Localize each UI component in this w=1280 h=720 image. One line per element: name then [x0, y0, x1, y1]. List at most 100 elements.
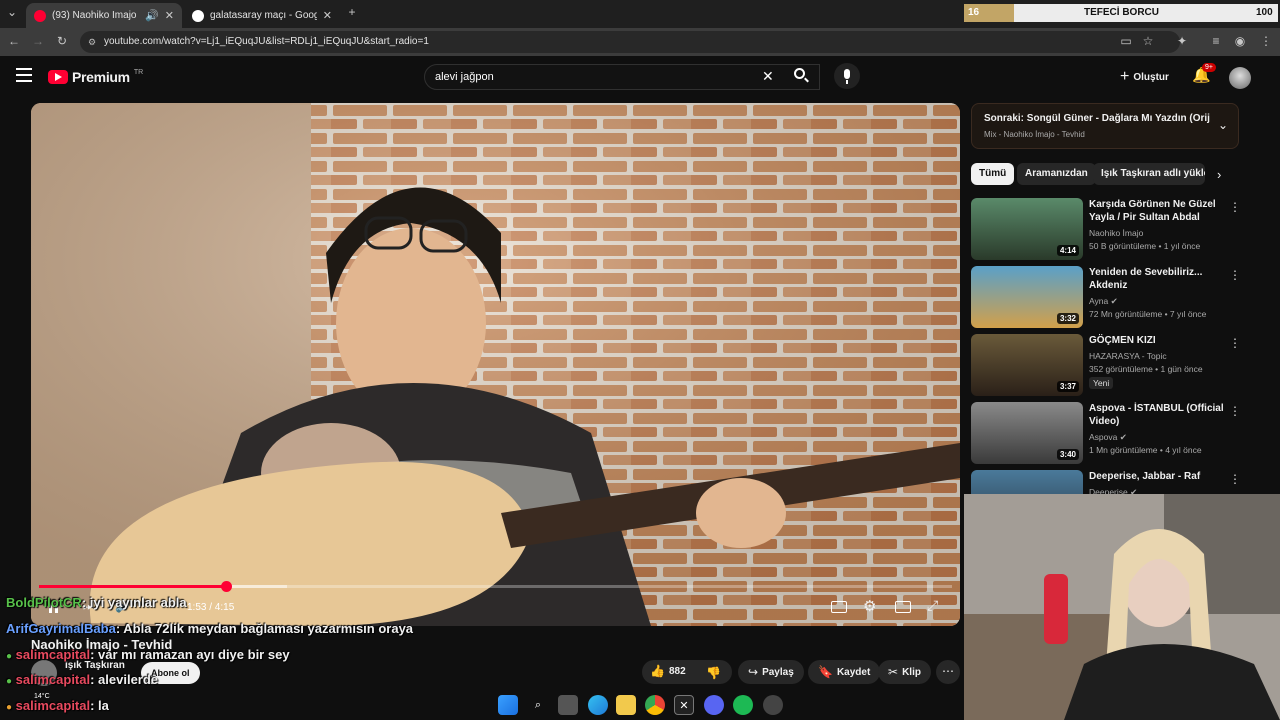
logo-text: Premium: [72, 69, 130, 85]
channel-name[interactable]: Aspova ✔: [1089, 432, 1127, 443]
channel-name[interactable]: Naohiko İmajo: [1089, 228, 1143, 238]
video-thumbnail[interactable]: 3:40: [971, 402, 1083, 464]
more-options-icon[interactable]: ⋮: [1229, 200, 1241, 214]
chat-username: ArifGayrimalBaba: [6, 621, 116, 636]
more-options-icon[interactable]: ⋮: [1229, 472, 1241, 486]
settings-gear-icon[interactable]: ⚙: [863, 597, 876, 615]
overlay-count-right: 100: [1256, 7, 1273, 18]
video-thumbnail[interactable]: 3:32: [971, 266, 1083, 328]
x-app-icon[interactable]: ✕: [674, 695, 694, 715]
task-view-icon[interactable]: [558, 695, 578, 715]
video-title[interactable]: GÖÇMEN KIZI: [1089, 334, 1227, 347]
save-button[interactable]: 🔖 Kaydet: [808, 660, 881, 684]
up-next-title: Sonraki: Songül Güner - Dağlara Mı Yazdı…: [984, 113, 1210, 124]
share-label: Paylaş: [762, 666, 794, 678]
plus-icon: +: [1120, 68, 1130, 85]
video-title[interactable]: Deeperise, Jabbar - Raf: [1089, 470, 1227, 483]
save-label: Kaydet: [836, 666, 871, 678]
up-next-panel[interactable]: Sonraki: Songül Güner - Dağlara Mı Yazdı…: [971, 103, 1239, 149]
verified-icon: ✔: [1119, 432, 1127, 442]
chip-uploader[interactable]: Işık Taşkıran adlı yükleyici: [1093, 163, 1205, 185]
mod-badge-icon: ●: [6, 702, 13, 713]
account-avatar[interactable]: [1229, 67, 1251, 89]
video-title[interactable]: Karşıda Görünen Ne Güzel Yayla / Pir Sul…: [1089, 198, 1227, 224]
bookmark-star-icon[interactable]: ☆: [1140, 34, 1156, 48]
expand-chevron-icon[interactable]: ⌄: [1218, 118, 1228, 132]
webcam-frame: [964, 494, 1280, 720]
notifications-button[interactable]: 🔔 9+: [1192, 63, 1216, 88]
speaker-icon[interactable]: 🔊: [145, 9, 159, 22]
video-thumbnail[interactable]: 3:37: [971, 334, 1083, 396]
clip-button[interactable]: ✂ Klip: [878, 660, 931, 684]
more-options-icon[interactable]: ⋮: [1229, 336, 1241, 350]
taskbar-search-icon[interactable]: ⌕: [528, 695, 548, 715]
video-thumbnail[interactable]: 4:14: [971, 198, 1083, 260]
media-control-icon[interactable]: ≡: [1208, 34, 1224, 48]
cast-icon[interactable]: ▭: [1118, 34, 1134, 48]
chrome-icon[interactable]: [645, 695, 665, 715]
close-tab-icon[interactable]: ✕: [323, 9, 332, 22]
obs-icon[interactable]: [763, 695, 783, 715]
chips-next-icon[interactable]: ›: [1217, 167, 1221, 182]
microphone-icon: [844, 69, 850, 79]
youtube-logo[interactable]: Premium TR: [48, 68, 143, 86]
create-button[interactable]: + Oluştur: [1120, 66, 1169, 88]
close-tab-icon[interactable]: ✕: [165, 9, 174, 22]
tab-list-icon[interactable]: ⌄: [4, 5, 20, 19]
more-options-icon[interactable]: ⋮: [1229, 404, 1241, 418]
video-frame: [31, 103, 960, 626]
tab-youtube[interactable]: (93) Naohiko İmajo - Tevhid 🔊 ✕: [26, 3, 182, 28]
reload-icon[interactable]: ↻: [54, 34, 70, 48]
weather-temp[interactable]: 14°C: [34, 693, 50, 700]
share-button[interactable]: ↪ Paylaş: [738, 660, 804, 684]
fullscreen-icon[interactable]: ⤢: [927, 597, 938, 614]
theater-mode-icon[interactable]: [895, 601, 911, 613]
video-title[interactable]: Aspova - İSTANBUL (Official Video): [1089, 402, 1227, 428]
chat-username: salimcapital: [15, 647, 91, 662]
chip-all[interactable]: Tümü: [971, 163, 1015, 185]
search-button[interactable]: [788, 65, 814, 87]
spotify-icon[interactable]: [733, 695, 753, 715]
chat-text: : iyi yayınlar abla: [81, 595, 187, 610]
url-field[interactable]: ⚙ youtube.com/watch?v=Lj1_iEQuqJU&list=R…: [80, 31, 1180, 53]
tab-google[interactable]: galatasaray maçı - Google'da Ara ✕: [184, 3, 340, 28]
back-icon[interactable]: ←: [6, 34, 22, 48]
video-title[interactable]: Yeniden de Sevebiliriz... Akdeniz: [1089, 266, 1227, 292]
mod-badge-icon: ●: [6, 651, 13, 662]
browser-menu-icon[interactable]: ⋮: [1258, 34, 1274, 48]
list-item[interactable]: 4:14 Karşıda Görünen Ne Güzel Yayla / Pi…: [971, 198, 1241, 262]
windows-start-icon[interactable]: [498, 695, 518, 715]
extensions-icon[interactable]: ✦: [1174, 34, 1190, 48]
search-input[interactable]: alevi jağpon: [424, 64, 820, 90]
new-tab-icon[interactable]: +: [344, 5, 360, 19]
more-options-icon[interactable]: ⋮: [1229, 268, 1241, 282]
like-button[interactable]: 👍 882: [650, 664, 686, 678]
list-item[interactable]: 3:32 Yeniden de Sevebiliriz... Akdeniz A…: [971, 266, 1241, 330]
overlay-title: TEFECİ BORCU: [1084, 7, 1159, 18]
clear-search-icon[interactable]: ✕: [762, 68, 774, 85]
progress-bar[interactable]: [39, 581, 952, 592]
more-actions-button[interactable]: ⋯: [936, 660, 960, 684]
duration-badge: 3:32: [1056, 313, 1079, 324]
forward-icon[interactable]: →: [30, 34, 46, 48]
profile-icon[interactable]: ◉: [1232, 34, 1248, 48]
channel-name[interactable]: HAZARASYA - Topic: [1089, 351, 1167, 361]
list-item[interactable]: 3:37 GÖÇMEN KIZI HAZARASYA - Topic 352 g…: [971, 334, 1241, 398]
voice-search-button[interactable]: [834, 63, 860, 89]
dislike-button[interactable]: 👎: [706, 664, 721, 682]
video-meta: 72 Mn görüntüleme • 7 yıl önce: [1089, 309, 1207, 319]
channel-name[interactable]: Ayna ✔: [1089, 296, 1118, 307]
time-display: 1:53 / 4:15: [187, 602, 235, 613]
hamburger-menu-icon[interactable]: [16, 68, 32, 82]
site-info-icon[interactable]: ⚙: [88, 31, 96, 53]
video-player[interactable]: ⏭ 🔊 1:53 / 4:15 ⚙ ⤢: [31, 103, 960, 626]
edge-icon[interactable]: [588, 695, 608, 715]
discord-icon[interactable]: [704, 695, 724, 715]
chip-from-search[interactable]: Aramanızdan: [1017, 163, 1096, 185]
captions-icon[interactable]: [831, 601, 847, 613]
chip-label: Işık Taşkıran adlı yükleyici: [1101, 168, 1205, 179]
file-explorer-icon[interactable]: [616, 695, 636, 715]
like-count: 882: [668, 665, 686, 677]
list-item[interactable]: 3:40 Aspova - İSTANBUL (Official Video) …: [971, 402, 1241, 466]
chip-label: Aramanızdan: [1025, 168, 1088, 179]
